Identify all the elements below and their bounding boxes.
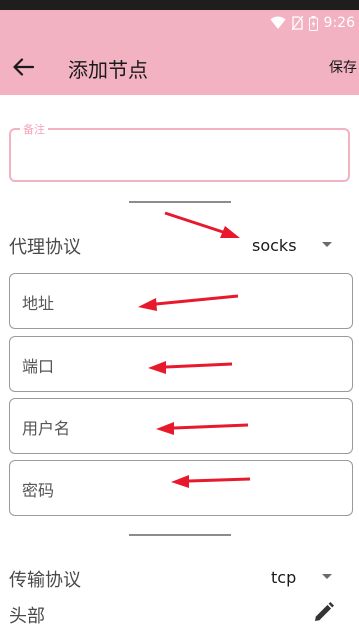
app-toolbar: 添加节点 保存 (0, 40, 359, 95)
proxy-protocol-select[interactable]: socks (252, 236, 297, 255)
address-placeholder: 地址 (22, 294, 55, 313)
proxy-protocol-label: 代理协议 (9, 237, 81, 258)
status-icons: 9:26 (270, 14, 355, 32)
save-button[interactable]: 保存 (329, 57, 357, 77)
battery-icon (308, 15, 318, 31)
port-placeholder: 端口 (22, 357, 55, 376)
address-field[interactable]: 地址 (9, 273, 353, 329)
password-field[interactable]: 密码 (9, 460, 353, 516)
status-bar-strip (0, 0, 359, 10)
transport-protocol-select[interactable]: tcp (271, 568, 296, 587)
status-bar: 9:26 (0, 0, 359, 40)
arrow-left-icon (13, 58, 34, 76)
annotation-arrow (164, 211, 240, 238)
divider-top (129, 201, 231, 203)
pencil-icon (315, 602, 334, 621)
remark-field[interactable]: 备注 (9, 121, 350, 182)
transport-protocol-label: 传输协议 (9, 570, 81, 591)
chevron-down-icon[interactable] (322, 574, 332, 579)
header-label: 头部 (9, 606, 45, 627)
remark-label: 备注 (20, 121, 48, 137)
chevron-down-icon[interactable] (322, 242, 332, 247)
divider-bottom (129, 534, 231, 536)
username-placeholder: 用户名 (22, 419, 71, 438)
no-sim-icon (291, 16, 303, 30)
password-placeholder: 密码 (22, 481, 55, 500)
port-field[interactable]: 端口 (9, 336, 353, 392)
page-title: 添加节点 (68, 58, 148, 82)
username-field[interactable]: 用户名 (9, 398, 353, 454)
wifi-icon (270, 16, 286, 29)
edit-header-button[interactable] (312, 600, 336, 624)
back-button[interactable] (10, 54, 36, 80)
clock: 9:26 (323, 15, 355, 31)
